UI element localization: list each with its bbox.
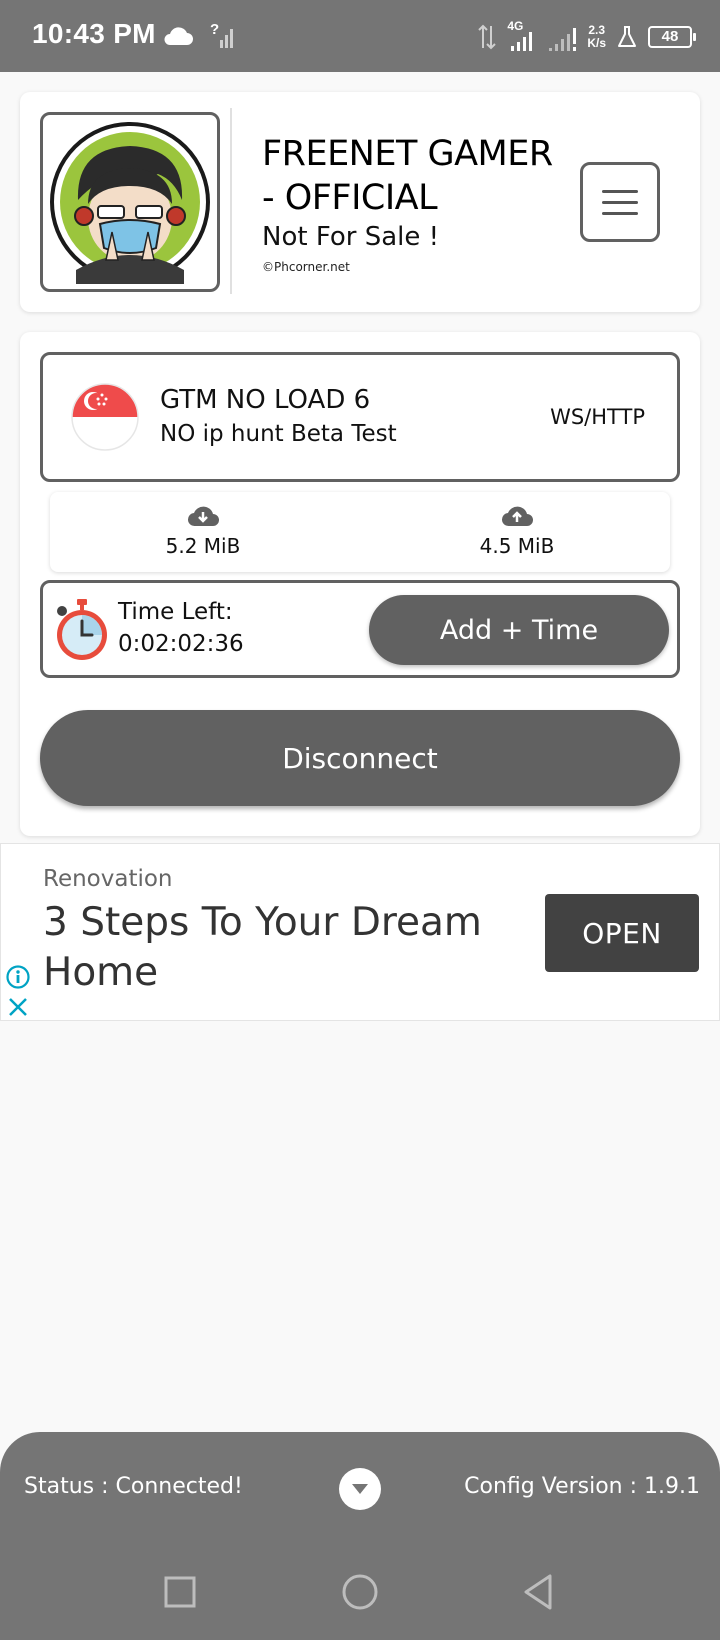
brand-title: FREENET GAMER - OFFICIAL [262,134,553,218]
time-left-panel: Time Left: 0:02:02:36 Add + Time [40,580,680,678]
hamburger-line [602,211,638,215]
disconnect-button[interactable]: Disconnect [40,710,680,806]
status-bar: 10:43 PM ? 4G 2.3 K/s 48 [0,0,720,72]
battery-icon: 48 [648,26,696,48]
cloud-icon [164,27,193,45]
ad-banner[interactable]: Renovation 3 Steps To Your Dream Home OP… [0,843,720,1021]
4g-signal-icon: 4G [507,20,537,52]
menu-button[interactable] [580,162,660,242]
traffic-stats: 5.2 MiB 4.5 MiB [50,492,670,572]
no-sim-signal-icon: ? [210,21,233,48]
network-speed-unit: K/s [587,36,606,50]
brand-credit: ©Phcorner.net [262,260,350,274]
server-protocol: WS/HTTP [550,405,645,429]
hamburger-line [602,200,638,204]
info-icon[interactable] [5,964,31,990]
time-left-value: 0:02:02:36 [118,631,244,657]
ad-headline[interactable]: 3 Steps To Your Dream Home [43,898,503,998]
brand-subtitle: Not For Sale ! [262,222,440,252]
bottom-status-panel: Status : Connected! Config Version : 1.9… [0,1432,720,1640]
ad-open-button[interactable]: OPEN [545,894,699,972]
header-card: FREENET GAMER - OFFICIAL Not For Sale ! … [20,92,700,312]
cloud-upload-icon [501,506,533,527]
home-icon[interactable] [338,1570,382,1614]
server-description: NO ip hunt Beta Test [160,421,397,447]
hamburger-menu-icon [602,189,638,193]
chevron-down-icon [352,1484,368,1494]
avatar [50,122,210,284]
data-transfer-icon [478,24,497,50]
cloud-download-icon [187,506,219,527]
status-time: 10:43 PM [32,18,156,49]
svg-text:?: ? [210,21,219,38]
time-left-label: Time Left: [118,599,233,625]
header-divider [230,108,232,294]
collapse-toggle-button[interactable] [339,1468,381,1510]
config-version: Config Version : 1.9.1 [464,1474,700,1499]
back-icon[interactable] [518,1570,562,1614]
close-icon[interactable] [5,994,31,1020]
server-name: GTM NO LOAD 6 [160,385,371,415]
avatar-frame [40,112,220,292]
download-value: 5.2 MiB [165,534,241,558]
upload-value: 4.5 MiB [479,534,555,558]
singapore-flag-icon [71,383,139,451]
server-selector[interactable]: GTM NO LOAD 6 NO ip hunt Beta Test WS/HT… [40,352,680,482]
upload-stat: 4.5 MiB [442,504,592,558]
main-card: GTM NO LOAD 6 NO ip hunt Beta Test WS/HT… [20,332,700,836]
connection-status: Status : Connected! [24,1474,243,1499]
status-right-group: 4G 2.3 K/s 48 [477,18,696,56]
stopwatch-icon [57,599,107,660]
network-speed: 2.3 K/s [587,24,606,50]
ad-category: Renovation [43,866,173,892]
download-stat: 5.2 MiB [128,504,278,558]
flask-icon [618,26,636,47]
signal-no-service-icon [549,28,577,51]
recent-apps-icon[interactable] [158,1570,202,1614]
add-time-button[interactable]: Add + Time [369,595,669,665]
